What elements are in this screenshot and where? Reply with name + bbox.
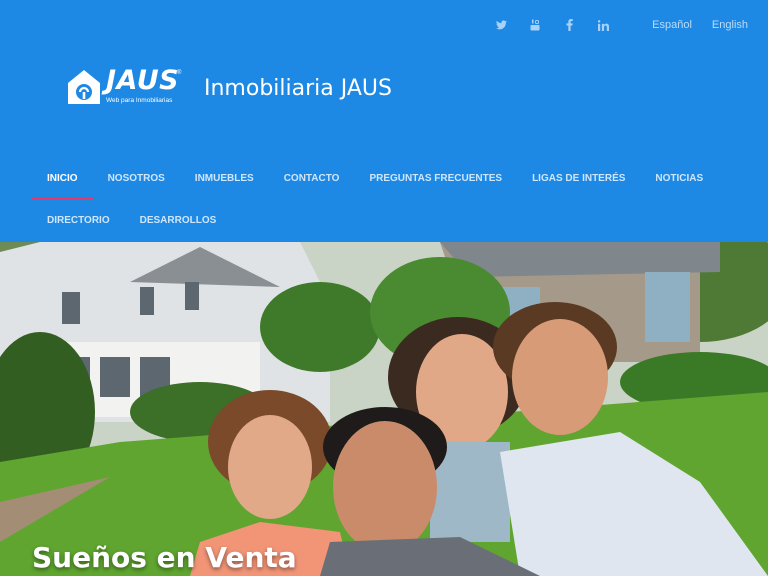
- hero-banner: Sueños en Venta: [0, 242, 768, 576]
- nav-item-preguntas-frecuentes[interactable]: PREGUNTAS FRECUENTES: [354, 160, 517, 200]
- main-nav: INICIO NOSOTROS INMUEBLES CONTACTO PREGU…: [32, 160, 752, 242]
- youtube-icon[interactable]: [528, 18, 542, 32]
- language-es-link[interactable]: Español: [652, 19, 692, 31]
- nav-row-primary: INICIO NOSOTROS INMUEBLES CONTACTO PREGU…: [32, 160, 752, 200]
- nav-item-noticias[interactable]: NOTICIAS: [640, 160, 718, 200]
- language-en-link[interactable]: English: [712, 19, 748, 31]
- twitter-icon[interactable]: [494, 18, 508, 32]
- hero-photo-family: [0, 242, 768, 576]
- nav-item-ligas-de-interes[interactable]: LIGAS DE INTERÉS: [517, 160, 640, 200]
- logo-wordmark: JAUS: [106, 65, 180, 96]
- site-name: Inmobiliaria JAUS: [204, 76, 392, 101]
- house-logo-icon: [68, 70, 100, 104]
- logo-tagline: Web para Inmobiliarias: [106, 97, 173, 104]
- site-logo[interactable]: JAUS ® Web para Inmobiliarias: [66, 65, 186, 108]
- site-header: Español English JAUS ® Web para Inmobili…: [0, 0, 768, 242]
- nav-item-directorio[interactable]: DIRECTORIO: [32, 202, 125, 242]
- facebook-icon[interactable]: [562, 18, 576, 32]
- nav-item-inmuebles[interactable]: INMUEBLES: [180, 160, 269, 200]
- top-bar: Español English: [484, 16, 748, 34]
- linkedin-icon[interactable]: [596, 18, 610, 32]
- hero-title: Sueños en Venta: [32, 541, 297, 574]
- nav-item-desarrollos[interactable]: DESARROLLOS: [125, 202, 232, 242]
- logo-registered-mark: ®: [177, 70, 182, 76]
- nav-item-nosotros[interactable]: NOSOTROS: [93, 160, 180, 200]
- nav-row-secondary: DIRECTORIO DESARROLLOS: [32, 202, 752, 242]
- nav-item-contacto[interactable]: CONTACTO: [269, 160, 355, 200]
- nav-item-inicio[interactable]: INICIO: [32, 160, 93, 200]
- social-links: [484, 18, 620, 32]
